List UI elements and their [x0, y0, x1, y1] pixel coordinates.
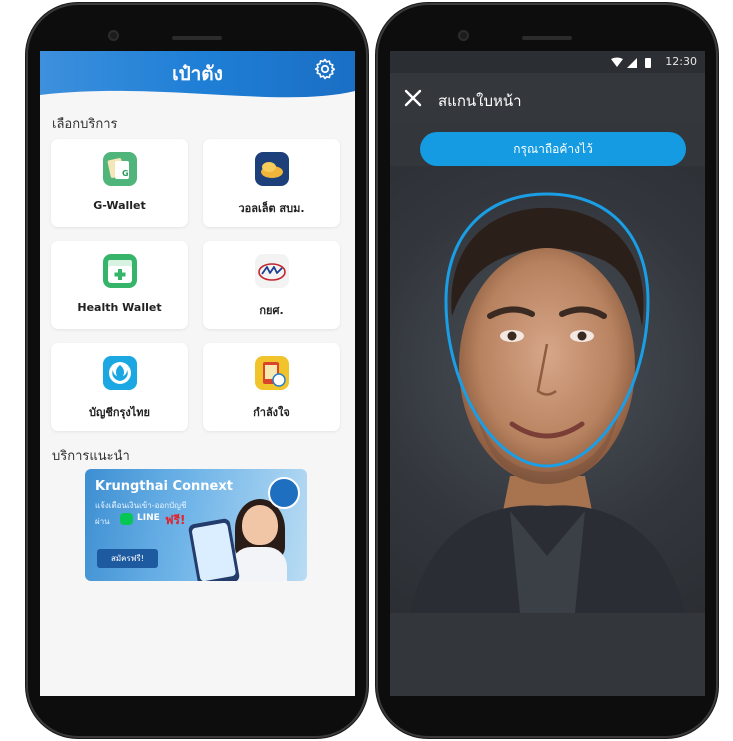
banner-signup-button[interactable]: สมัครฟรี! — [97, 549, 158, 568]
service-label: Health Wallet — [77, 301, 162, 314]
bottom-panel — [390, 613, 705, 696]
toolbar-title: สแกนใบหน้า — [438, 92, 522, 110]
recommended-section-title: บริการแนะนำ — [52, 449, 130, 464]
signal-icon — [627, 58, 637, 68]
service-card-health-wallet[interactable]: Health Wallet — [51, 241, 188, 329]
status-bar: 12:30 — [390, 51, 705, 73]
close-icon[interactable] — [402, 87, 424, 109]
service-card-krungthai-account[interactable]: บัญชีกรุงไทย — [51, 343, 188, 431]
service-label: กยศ. — [259, 304, 284, 317]
face-scan-screen: 12:30 สแกนใบหน้า กรุณาถือค้างไว้ — [390, 51, 705, 696]
bond-wallet-icon — [255, 152, 289, 186]
app-header: เป๋าตัง — [40, 51, 355, 105]
service-card-student-loan[interactable]: กยศ. — [203, 241, 340, 329]
camera-preview — [390, 166, 705, 613]
krungthai-logo-icon — [268, 477, 300, 509]
banner-free-label: ฟรี! — [165, 513, 186, 527]
banner-via-text: ผ่าน — [95, 517, 110, 526]
banner-line-label: LINE — [137, 513, 160, 523]
status-icons — [611, 57, 651, 68]
front-camera — [108, 30, 119, 41]
face-preview-image — [410, 192, 685, 613]
service-label: G-Wallet — [93, 199, 146, 212]
service-card-bond-wallet[interactable]: วอลเล็ต สบม. — [203, 139, 340, 227]
krungthai-bank-icon — [103, 356, 137, 390]
health-wallet-icon — [103, 254, 137, 288]
kamlangjai-icon — [255, 356, 289, 390]
front-camera — [458, 30, 469, 41]
g-wallet-icon: G — [103, 152, 137, 186]
student-loan-icon — [255, 254, 289, 288]
line-app-icon — [120, 513, 133, 525]
earpiece-speaker — [172, 36, 222, 40]
phone-left: เป๋าตัง เลือกบริการ G G-Wallet วอลเล็ต ส… — [26, 3, 368, 738]
service-label: วอลเล็ต สบม. — [238, 202, 305, 215]
toolbar: สแกนใบหน้า — [390, 73, 705, 123]
krungthai-connext-banner[interactable]: Krungthai Connext แจ้งเตือนเงินเข้า-ออกบ… — [85, 469, 307, 581]
status-time: 12:30 — [665, 55, 697, 68]
svg-text:G: G — [122, 169, 129, 178]
wifi-icon — [611, 57, 623, 67]
page-title: เป๋าตัง — [172, 63, 223, 85]
services-section-title: เลือกบริการ — [52, 117, 118, 132]
scan-instruction-pill: กรุณาถือค้างไว้ — [420, 132, 686, 166]
earpiece-speaker — [522, 36, 572, 40]
battery-icon — [645, 58, 651, 68]
banner-title: Krungthai Connext — [95, 479, 233, 494]
banner-phone-image — [187, 517, 241, 581]
gear-icon[interactable] — [313, 57, 337, 81]
service-card-kamlangjai[interactable]: กำลังใจ — [203, 343, 340, 431]
phone-right: 12:30 สแกนใบหน้า กรุณาถือค้างไว้ — [376, 3, 718, 738]
service-label: บัญชีกรุงไทย — [89, 406, 150, 419]
banner-model-face — [242, 505, 278, 545]
service-label: กำลังใจ — [253, 406, 290, 419]
paotang-home-screen: เป๋าตัง เลือกบริการ G G-Wallet วอลเล็ต ส… — [40, 51, 355, 696]
service-card-g-wallet[interactable]: G G-Wallet — [51, 139, 188, 227]
